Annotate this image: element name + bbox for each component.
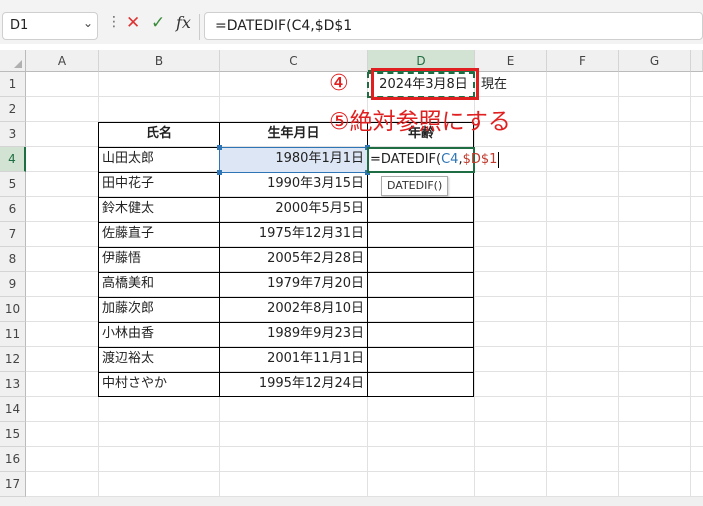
select-all-corner[interactable] — [0, 50, 26, 72]
formula-ref-d1: $D$1 — [462, 152, 498, 167]
cell-name[interactable]: 高橋美和 — [102, 272, 217, 296]
row-header[interactable]: 11 — [0, 322, 26, 347]
name-box[interactable]: D1 ⌄ — [2, 12, 98, 40]
formula-prefix: =DATEDIF( — [370, 152, 442, 167]
gridline — [690, 72, 691, 502]
function-tooltip[interactable]: DATEDIF() — [381, 176, 449, 196]
col-header-g[interactable]: G — [619, 50, 691, 72]
row-header[interactable]: 3 — [0, 122, 26, 147]
cell-name[interactable]: 小林由香 — [102, 322, 217, 346]
cell-birth[interactable]: 2002年8月10日 — [222, 297, 364, 321]
gridline — [618, 72, 619, 502]
row-header[interactable]: 16 — [0, 447, 26, 472]
insert-function-icon[interactable]: fx — [176, 13, 191, 32]
row-header[interactable]: 17 — [0, 472, 26, 497]
gridline — [546, 72, 547, 502]
col-header-f[interactable]: F — [547, 50, 619, 72]
cell-d1[interactable]: 2024年3月8日 — [376, 73, 471, 97]
row-header[interactable]: 15 — [0, 422, 26, 447]
cell-birth[interactable]: 1975年12月31日 — [222, 222, 364, 246]
formula-text: =DATEDIF(C4,$D$1 — [215, 18, 353, 34]
cell-birth[interactable]: 1995年12月24日 — [222, 372, 364, 396]
row-header[interactable]: 5 — [0, 172, 26, 197]
header-name[interactable]: 氏名 — [99, 122, 219, 146]
cell-name[interactable]: 加藤次郎 — [102, 297, 217, 321]
row-header[interactable]: 13 — [0, 372, 26, 397]
annotation-step-5: ⑤絶対参照にする — [329, 109, 511, 135]
cell-name[interactable]: 中村さやか — [102, 372, 217, 396]
col-header-e[interactable]: E — [475, 50, 547, 72]
formula-input[interactable]: =DATEDIF(C4,$D$1 — [204, 12, 703, 40]
name-box-value: D1 — [10, 18, 29, 33]
col-header-b[interactable]: B — [99, 50, 220, 72]
enter-check-icon[interactable]: ✓ — [151, 14, 165, 32]
row-header[interactable]: 2 — [0, 97, 26, 122]
cell-name[interactable]: 渡辺裕太 — [102, 347, 217, 371]
cell-name[interactable]: 伊藤悟 — [102, 247, 217, 271]
row-header[interactable]: 12 — [0, 347, 26, 372]
row-header[interactable]: 10 — [0, 297, 26, 322]
col-header-c[interactable]: C — [220, 50, 368, 72]
cell-birth[interactable]: 1989年9月23日 — [222, 322, 364, 346]
cell-name[interactable]: 鈴木健太 — [102, 197, 217, 221]
text-cursor — [498, 151, 500, 168]
row-header[interactable]: 14 — [0, 397, 26, 422]
cell-birth[interactable]: 2001年11月1日 — [222, 347, 364, 371]
gridline — [26, 96, 703, 97]
annotation-step-4: ④ — [329, 71, 349, 96]
divider — [199, 14, 200, 40]
cell-birth[interactable]: 1979年7月20日 — [222, 272, 364, 296]
cell-birth[interactable]: 2005年2月28日 — [222, 247, 364, 271]
edit-formula[interactable]: =DATEDIF(C4,$D$1 — [370, 148, 520, 172]
cancel-icon[interactable]: ✕ — [126, 14, 140, 32]
chevron-down-icon[interactable]: ⌄ — [83, 16, 93, 30]
gridline — [26, 471, 703, 472]
col-header-a[interactable]: A — [26, 50, 99, 72]
col-header-h[interactable] — [691, 50, 703, 72]
gridline — [26, 446, 703, 447]
more-options-icon[interactable]: ⋮ — [107, 14, 121, 30]
cell-birth[interactable]: 1990年3月15日 — [222, 172, 364, 196]
row-header[interactable]: 4 — [0, 147, 26, 172]
cell-e1[interactable]: 現在 — [481, 73, 541, 97]
cell-name[interactable]: 山田太郎 — [102, 147, 217, 171]
cell-birth[interactable]: 2000年5月5日 — [222, 197, 364, 221]
sheet-tab-bar — [0, 497, 703, 506]
cell-name[interactable]: 田中花子 — [102, 172, 217, 196]
row-header[interactable]: 7 — [0, 222, 26, 247]
cell-name[interactable]: 佐藤直子 — [102, 222, 217, 246]
row-header[interactable]: 6 — [0, 197, 26, 222]
row-header[interactable]: 9 — [0, 272, 26, 297]
gridline — [26, 421, 703, 422]
row-header[interactable]: 1 — [0, 72, 26, 97]
row-header[interactable]: 8 — [0, 247, 26, 272]
cell-c4[interactable]: 1980年1月1日 — [222, 147, 364, 171]
formula-ref-c4: C4 — [441, 152, 459, 167]
